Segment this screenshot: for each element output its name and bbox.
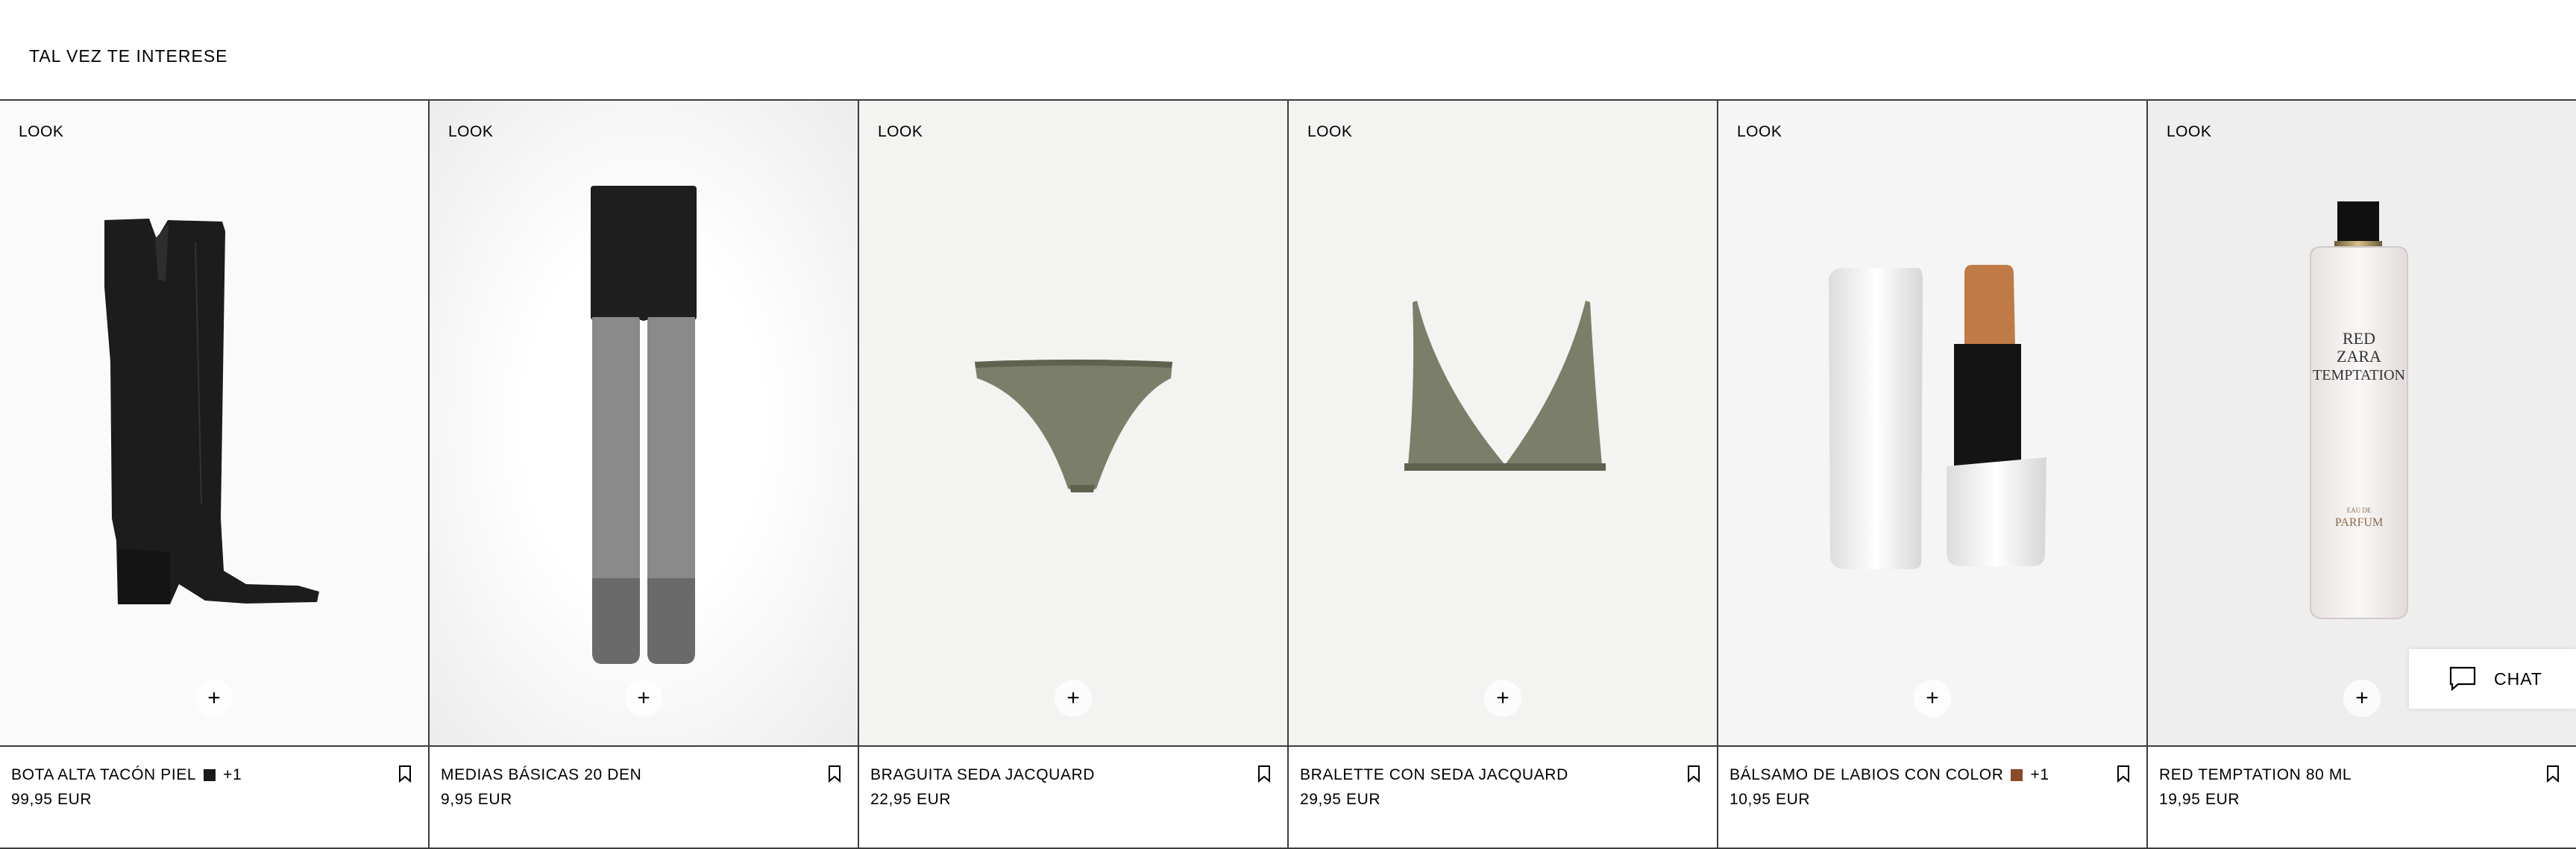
color-swatch[interactable]	[2011, 769, 2023, 781]
color-swatch[interactable]	[204, 769, 216, 781]
chat-button[interactable]: CHAT	[2409, 649, 2576, 709]
product-card[interactable]: LOOK + BRALETTE CON SEDA JACQUARD 29,95 …	[1289, 101, 1718, 848]
product-name[interactable]: RED TEMPTATION 80 ML	[2159, 766, 2352, 784]
product-image[interactable]: LOOK +	[1718, 101, 2146, 745]
look-label[interactable]: LOOK	[1307, 123, 1352, 141]
boot-image	[104, 219, 319, 604]
add-to-cart-button[interactable]: +	[1484, 680, 1521, 717]
look-label[interactable]: LOOK	[2167, 123, 2211, 141]
more-colors-count[interactable]: +1	[2030, 766, 2049, 784]
product-price: 10,95 EUR	[1730, 791, 1811, 808]
product-card[interactable]: LOOK + BÁLSAMO DE LABIOS CON COLOR +1 10…	[1718, 101, 2148, 848]
product-name-text[interactable]: BÁLSAMO DE LABIOS CON COLOR	[1730, 766, 2003, 784]
product-image[interactable]: LOOK +	[859, 101, 1287, 745]
chat-bubble-icon	[2449, 666, 2476, 692]
product-card[interactable]: RED ZARA TEMPTATION EAU DE PARFUM LOOK +…	[2148, 101, 2576, 848]
product-name[interactable]: BOTA ALTA TACÓN PIEL +1	[11, 766, 242, 784]
bookmark-icon[interactable]	[1257, 765, 1271, 783]
product-name-text[interactable]: BRALETTE CON SEDA JACQUARD	[1300, 766, 1568, 784]
add-to-cart-button[interactable]: +	[625, 680, 662, 717]
product-card[interactable]: LOOK + BRAGUITA SEDA JACQUARD 22,95 EUR	[859, 101, 1289, 848]
bookmark-icon[interactable]	[398, 765, 412, 783]
brief-image	[975, 360, 1172, 492]
bookmark-icon[interactable]	[1687, 765, 1700, 783]
product-name-text[interactable]: MEDIAS BÁSICAS 20 DEN	[441, 766, 641, 784]
product-name-text[interactable]: RED TEMPTATION 80 ML	[2159, 766, 2352, 784]
product-name-text[interactable]: BOTA ALTA TACÓN PIEL	[11, 766, 196, 784]
product-price: 9,95 EUR	[441, 791, 512, 808]
bookmark-icon[interactable]	[2546, 765, 2560, 783]
add-to-cart-button[interactable]: +	[1055, 680, 1092, 717]
product-price: 99,95 EUR	[11, 791, 92, 808]
product-name[interactable]: BÁLSAMO DE LABIOS CON COLOR +1	[1730, 766, 2049, 784]
product-info: BOTA ALTA TACÓN PIEL +1 99,95 EUR	[0, 747, 428, 848]
bottle-label-line3: TEMPTATION	[2313, 367, 2405, 383]
product-name[interactable]: BRAGUITA SEDA JACQUARD	[870, 766, 1095, 784]
product-info: MEDIAS BÁSICAS 20 DEN 9,95 EUR	[430, 747, 858, 848]
product-image[interactable]: LOOK +	[0, 101, 428, 745]
section-title: TAL VEZ TE INTERESE	[29, 46, 228, 66]
product-price: 29,95 EUR	[1300, 791, 1381, 808]
product-name[interactable]: BRALETTE CON SEDA JACQUARD	[1300, 766, 1568, 784]
bottle-label-line2: ZARA	[2337, 347, 2381, 366]
bralette-image	[1404, 301, 1606, 471]
product-image[interactable]: LOOK +	[430, 101, 858, 745]
product-card[interactable]: LOOK + MEDIAS BÁSICAS 20 DEN 9,95 EUR	[430, 101, 859, 848]
product-info: BRALETTE CON SEDA JACQUARD 29,95 EUR	[1289, 747, 1717, 848]
look-label[interactable]: LOOK	[1737, 123, 1782, 141]
bottle-label-small: EAU DE	[2347, 507, 2372, 514]
product-carousel: LOOK + BOTA ALTA TACÓN PIEL +1 99,95 EUR	[0, 101, 2576, 848]
add-to-cart-button[interactable]: +	[195, 680, 233, 717]
bookmark-icon[interactable]	[2117, 765, 2130, 783]
product-info: BÁLSAMO DE LABIOS CON COLOR +1 10,95 EUR	[1718, 747, 2146, 848]
bottle-label-line1: RED	[2343, 329, 2375, 348]
add-to-cart-button[interactable]: +	[1914, 680, 1951, 717]
product-name-text[interactable]: BRAGUITA SEDA JACQUARD	[870, 766, 1095, 784]
product-info: BRAGUITA SEDA JACQUARD 22,95 EUR	[859, 747, 1287, 848]
lip-balm-image	[1829, 265, 2046, 569]
bottle-label-parfum: PARFUM	[2335, 516, 2383, 529]
product-card[interactable]: LOOK + BOTA ALTA TACÓN PIEL +1 99,95 EUR	[0, 101, 430, 848]
look-label[interactable]: LOOK	[448, 123, 493, 141]
product-image[interactable]: LOOK +	[1289, 101, 1717, 745]
product-price: 22,95 EUR	[870, 791, 952, 808]
more-colors-count[interactable]: +1	[223, 766, 242, 784]
product-info: RED TEMPTATION 80 ML 19,95 EUR	[2148, 747, 2576, 848]
chat-label: CHAT	[2494, 668, 2542, 689]
product-name[interactable]: MEDIAS BÁSICAS 20 DEN	[441, 766, 641, 784]
add-to-cart-button[interactable]: +	[2343, 680, 2381, 717]
look-label[interactable]: LOOK	[878, 123, 923, 141]
product-price: 19,95 EUR	[2159, 791, 2240, 808]
bookmark-icon[interactable]	[828, 765, 841, 783]
look-label[interactable]: LOOK	[19, 123, 63, 141]
tights-image	[591, 186, 697, 664]
